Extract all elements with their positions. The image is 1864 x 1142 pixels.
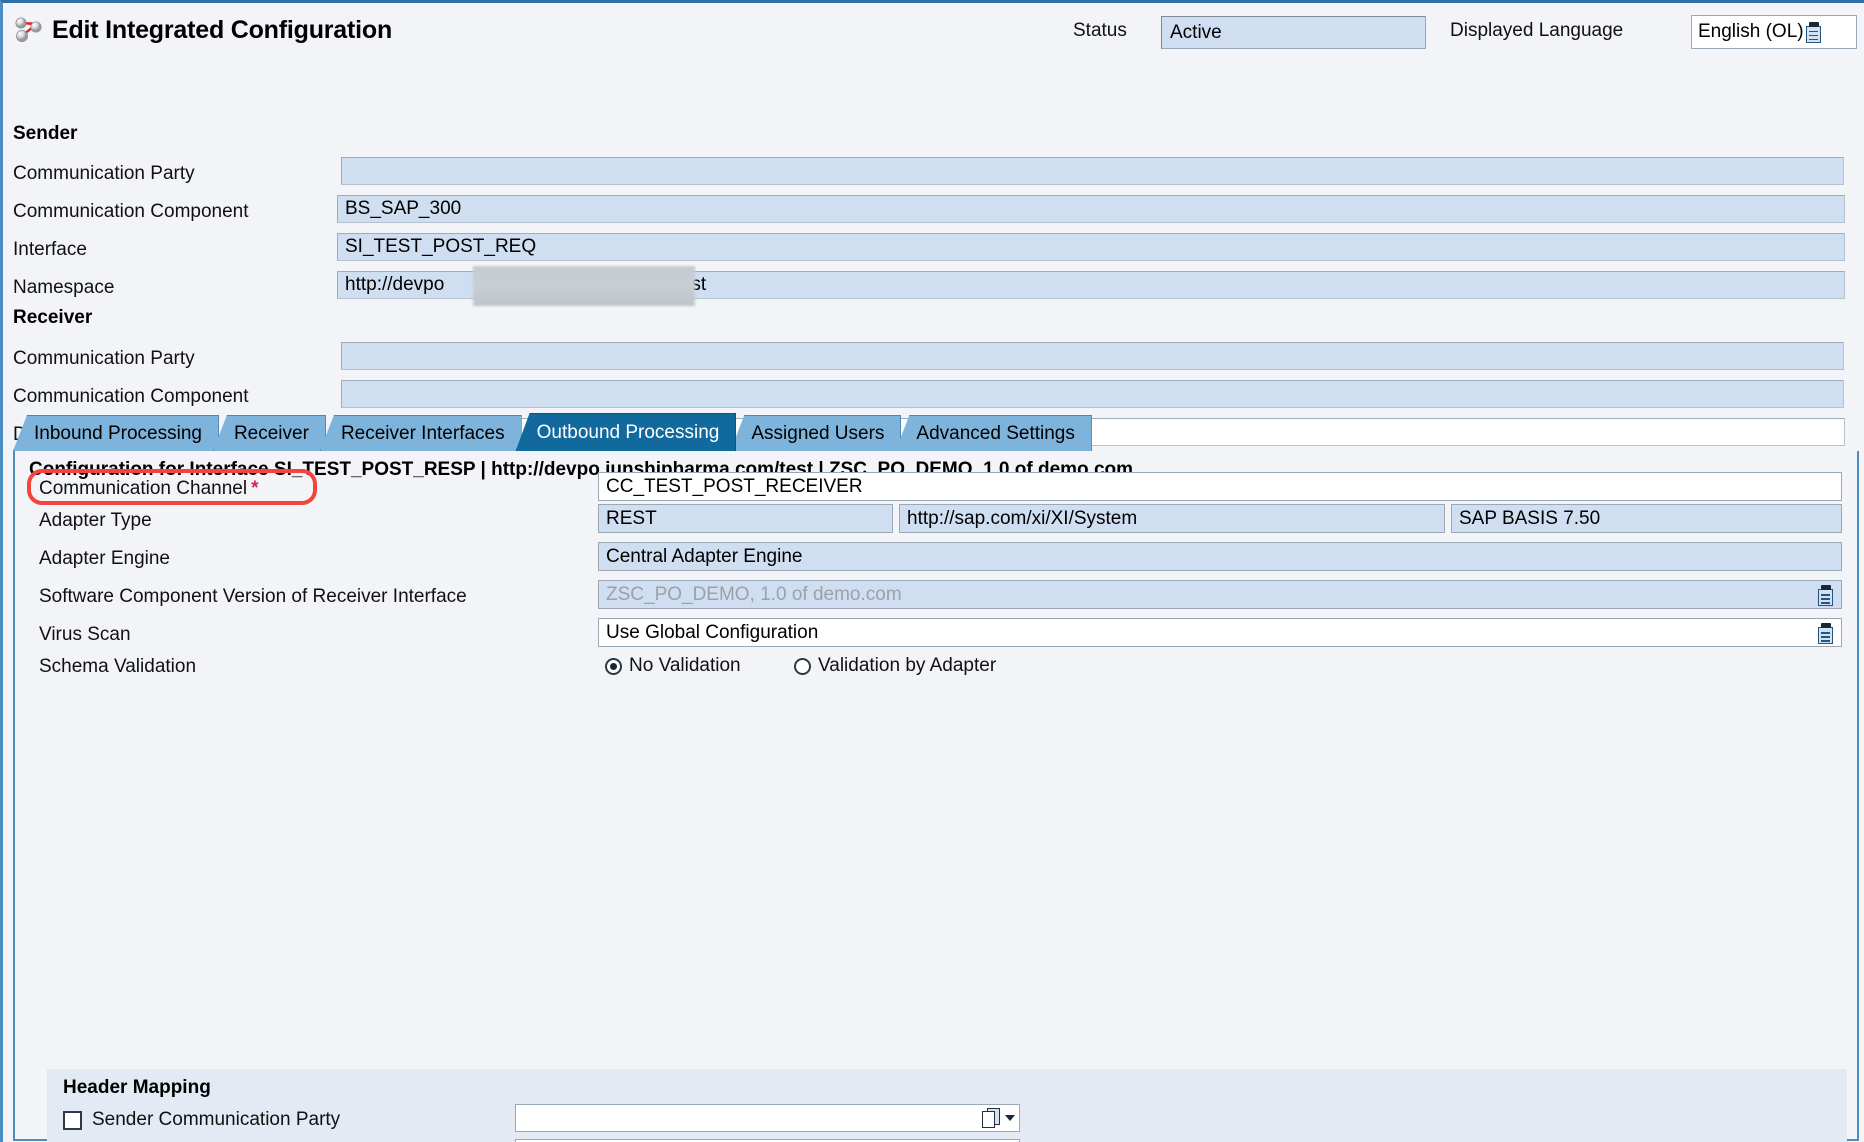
radio-validation-by-adapter-label: Validation by Adapter bbox=[818, 655, 997, 676]
status-label: Status bbox=[1073, 20, 1127, 41]
tab-label: Receiver Interfaces bbox=[340, 422, 505, 444]
virus-scan-label: Virus Scan bbox=[39, 624, 131, 645]
copy-value-icon[interactable] bbox=[981, 1108, 1015, 1129]
adapter-type-label: Adapter Type bbox=[39, 510, 152, 531]
tab-label: Assigned Users bbox=[751, 422, 885, 444]
tab-label: Advanced Settings bbox=[916, 422, 1075, 444]
software-component-version-input: ZSC_PO_DEMO, 1.0 of demo.com bbox=[598, 580, 1842, 609]
adapter-engine-label: Adapter Engine bbox=[39, 548, 170, 569]
sender-interface-input[interactable]: SI_TEST_POST_REQ bbox=[337, 233, 1845, 261]
radio-no-validation-label: No Validation bbox=[629, 655, 741, 676]
value-help-icon[interactable] bbox=[1817, 585, 1836, 606]
title-area: Edit Integrated Configuration bbox=[13, 15, 392, 45]
displayed-language-dropdown[interactable]: English (OL) bbox=[1691, 15, 1857, 49]
value-help-icon[interactable] bbox=[1817, 623, 1836, 644]
adapter-type-input[interactable]: REST bbox=[598, 504, 893, 533]
receiver-communication-party-input[interactable] bbox=[341, 342, 1844, 370]
virus-scan-input[interactable]: Use Global Configuration bbox=[598, 618, 1842, 647]
tab-inbound-processing[interactable]: Inbound Processing bbox=[13, 415, 219, 451]
displayed-language-value: English (OL) bbox=[1698, 21, 1804, 42]
communication-channel-label-text: Communication Channel bbox=[39, 478, 248, 499]
radio-no-validation[interactable]: No Validation bbox=[605, 655, 741, 677]
tab-receiver[interactable]: Receiver bbox=[212, 415, 326, 451]
receiver-communication-component-input[interactable] bbox=[341, 380, 1844, 408]
sender-namespace-prefix: http://devpo bbox=[345, 274, 445, 295]
software-component-version-value: ZSC_PO_DEMO, 1.0 of demo.com bbox=[606, 583, 902, 605]
adapter-type-swcv-input[interactable]: SAP BASIS 7.50 bbox=[1451, 504, 1842, 533]
sender-communication-component-label: Communication Component bbox=[13, 201, 249, 222]
displayed-language-label: Displayed Language bbox=[1450, 20, 1624, 41]
status-value: Active bbox=[1161, 16, 1426, 49]
receiver-communication-component-label: Communication Component bbox=[13, 386, 249, 407]
sender-group-label: Sender bbox=[13, 123, 78, 144]
outbound-processing-panel: Configuration for Interface SI_TEST_POST… bbox=[13, 451, 1859, 1142]
sender-namespace-input[interactable]: http://devpo/test bbox=[337, 271, 1845, 299]
sender-namespace-label: Namespace bbox=[13, 277, 115, 298]
adapter-type-namespace-input[interactable]: http://sap.com/xi/XI/System bbox=[899, 504, 1445, 533]
checkbox-sender-communication-party[interactable]: Sender Communication Party bbox=[63, 1109, 340, 1131]
tab-assigned-users[interactable]: Assigned Users bbox=[730, 415, 902, 451]
software-component-version-label: Software Component Version of Receiver I… bbox=[39, 586, 467, 607]
sender-communication-party-input[interactable] bbox=[341, 157, 1844, 185]
tab-label: Outbound Processing bbox=[536, 421, 720, 443]
header-mapping-title: Header Mapping bbox=[63, 1077, 211, 1098]
tab-outbound-processing[interactable]: Outbound Processing bbox=[515, 413, 737, 451]
sender-interface-label: Interface bbox=[13, 239, 87, 260]
adapter-engine-input[interactable]: Central Adapter Engine bbox=[598, 542, 1842, 571]
radio-no-validation-indicator bbox=[605, 657, 622, 675]
checkbox-indicator bbox=[63, 1110, 82, 1130]
virus-scan-value: Use Global Configuration bbox=[606, 621, 819, 643]
window-header: Edit Integrated Configuration Status Act… bbox=[3, 3, 1864, 59]
radio-validation-by-adapter-indicator bbox=[794, 657, 811, 675]
tab-strip: Inbound Processing Receiver Receiver Int… bbox=[13, 411, 1859, 451]
sender-communication-component-input[interactable]: BS_SAP_300 bbox=[337, 195, 1845, 223]
schema-validation-label: Schema Validation bbox=[39, 656, 197, 677]
edit-integrated-configuration-window: Edit Integrated Configuration Status Act… bbox=[0, 0, 1864, 1142]
header-mapping-input-sender-communication-party[interactable] bbox=[515, 1104, 1020, 1132]
value-help-icon[interactable] bbox=[1805, 21, 1824, 43]
integration-scenario-icon bbox=[13, 15, 43, 45]
page-title: Edit Integrated Configuration bbox=[52, 15, 393, 44]
tab-receiver-interfaces[interactable]: Receiver Interfaces bbox=[319, 415, 522, 451]
receiver-group-label: Receiver bbox=[13, 307, 93, 328]
communication-channel-label: Communication Channel * bbox=[39, 478, 258, 500]
tab-label: Inbound Processing bbox=[34, 422, 202, 444]
radio-validation-by-adapter[interactable]: Validation by Adapter bbox=[794, 655, 996, 677]
sender-communication-party-label: Communication Party bbox=[13, 163, 195, 184]
sender-namespace-suffix: /test bbox=[670, 274, 707, 295]
tab-label: Receiver bbox=[233, 422, 309, 444]
tab-advanced-settings[interactable]: Advanced Settings bbox=[895, 415, 1092, 451]
checkbox-label: Sender Communication Party bbox=[92, 1109, 341, 1130]
required-marker: * bbox=[251, 478, 259, 499]
receiver-communication-party-label: Communication Party bbox=[13, 348, 195, 369]
communication-channel-input[interactable]: CC_TEST_POST_RECEIVER bbox=[598, 472, 1842, 501]
